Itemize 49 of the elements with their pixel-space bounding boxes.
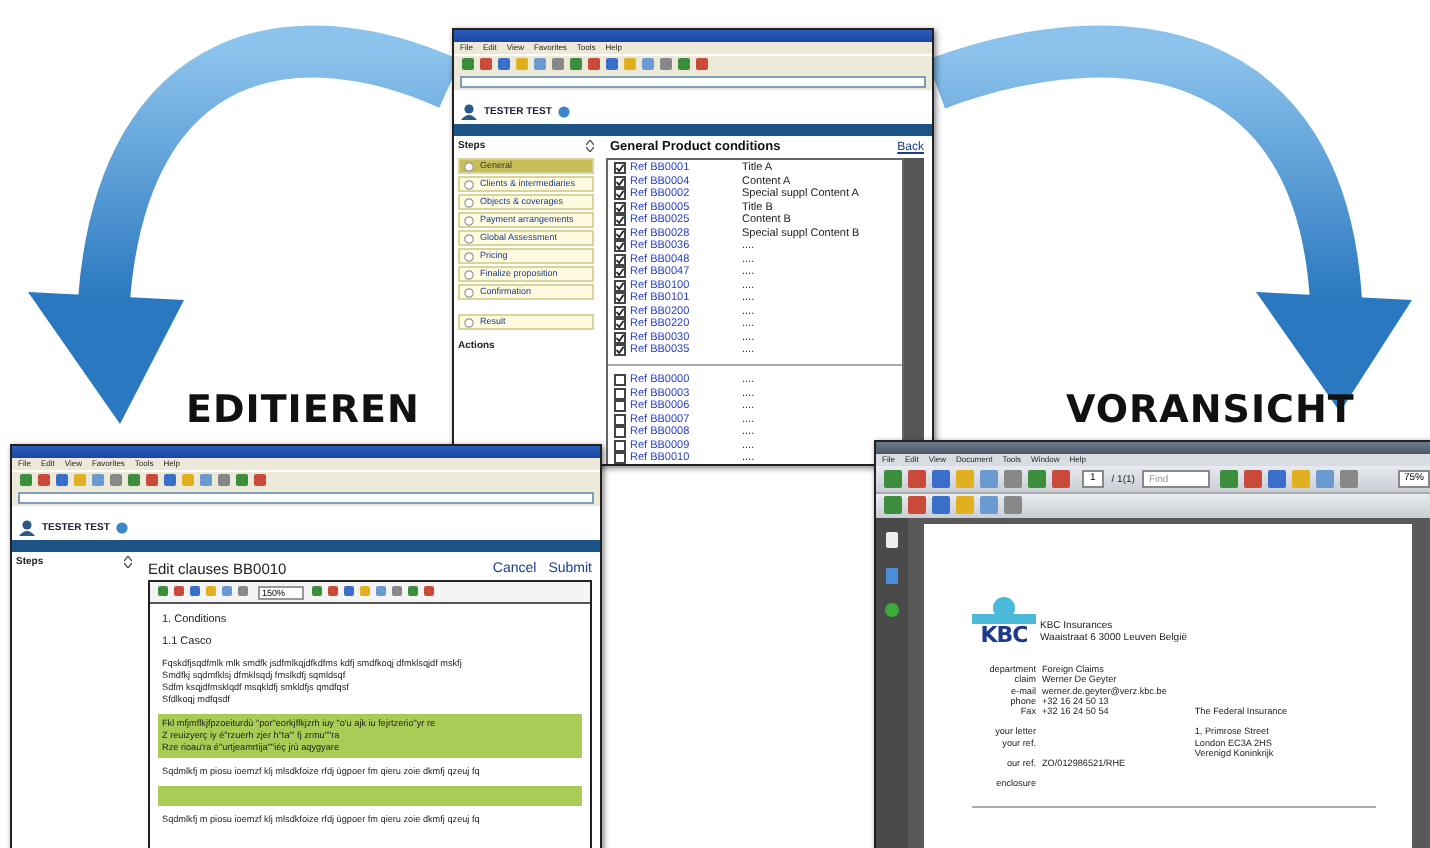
checkbox[interactable] xyxy=(614,344,626,357)
checkbox[interactable] xyxy=(614,240,626,253)
checkbox[interactable] xyxy=(614,374,626,387)
checkbox[interactable] xyxy=(614,426,626,439)
toolbar-icons-drawing xyxy=(156,584,252,600)
checkbox[interactable] xyxy=(614,305,626,318)
caption: EDITIEREN xyxy=(186,388,420,432)
checkbox[interactable] xyxy=(614,188,626,201)
user-icon xyxy=(18,520,36,536)
user-icon xyxy=(460,104,478,120)
globe-icon xyxy=(557,106,570,118)
circle-icon xyxy=(464,161,474,171)
checkbox[interactable] xyxy=(614,331,626,344)
collapse-icon xyxy=(586,140,594,152)
circle-icon xyxy=(464,233,474,243)
checkbox[interactable] xyxy=(614,400,626,413)
checkbox[interactable] xyxy=(614,175,626,188)
circle-icon xyxy=(464,251,474,261)
circle-icon xyxy=(464,197,474,207)
checkbox[interactable] xyxy=(614,253,626,266)
circle-icon xyxy=(464,287,474,297)
globe-icon xyxy=(115,522,128,534)
document-icon xyxy=(884,566,900,586)
checkbox[interactable] xyxy=(614,279,626,292)
checkbox[interactable] xyxy=(614,201,626,214)
checkbox[interactable] xyxy=(614,227,626,240)
address-field[interactable] xyxy=(18,492,594,504)
checkbox[interactable] xyxy=(614,318,626,331)
checkbox[interactable] xyxy=(614,292,626,305)
circle-icon xyxy=(464,317,474,327)
circle-icon xyxy=(884,602,900,618)
caption: VORANSICHT xyxy=(1066,388,1355,432)
checkbox[interactable] xyxy=(614,162,626,175)
checkbox[interactable] xyxy=(614,413,626,426)
checkbox[interactable] xyxy=(614,452,626,464)
checkbox[interactable] xyxy=(614,387,626,400)
toolbar-icons-drawing xyxy=(882,494,1026,518)
pages-icon xyxy=(884,530,900,550)
checkbox[interactable] xyxy=(614,439,626,452)
address-field[interactable] xyxy=(460,76,926,88)
toolbar-icons-drawing xyxy=(309,584,438,600)
collapse-icon xyxy=(124,556,132,568)
circle-icon xyxy=(464,215,474,225)
circle-icon xyxy=(464,179,474,189)
logo-emblem-icon xyxy=(972,596,1036,624)
checkbox[interactable] xyxy=(614,266,626,279)
logo-text: KBC xyxy=(980,624,1028,646)
checkbox[interactable] xyxy=(614,214,626,227)
circle-icon xyxy=(464,269,474,279)
